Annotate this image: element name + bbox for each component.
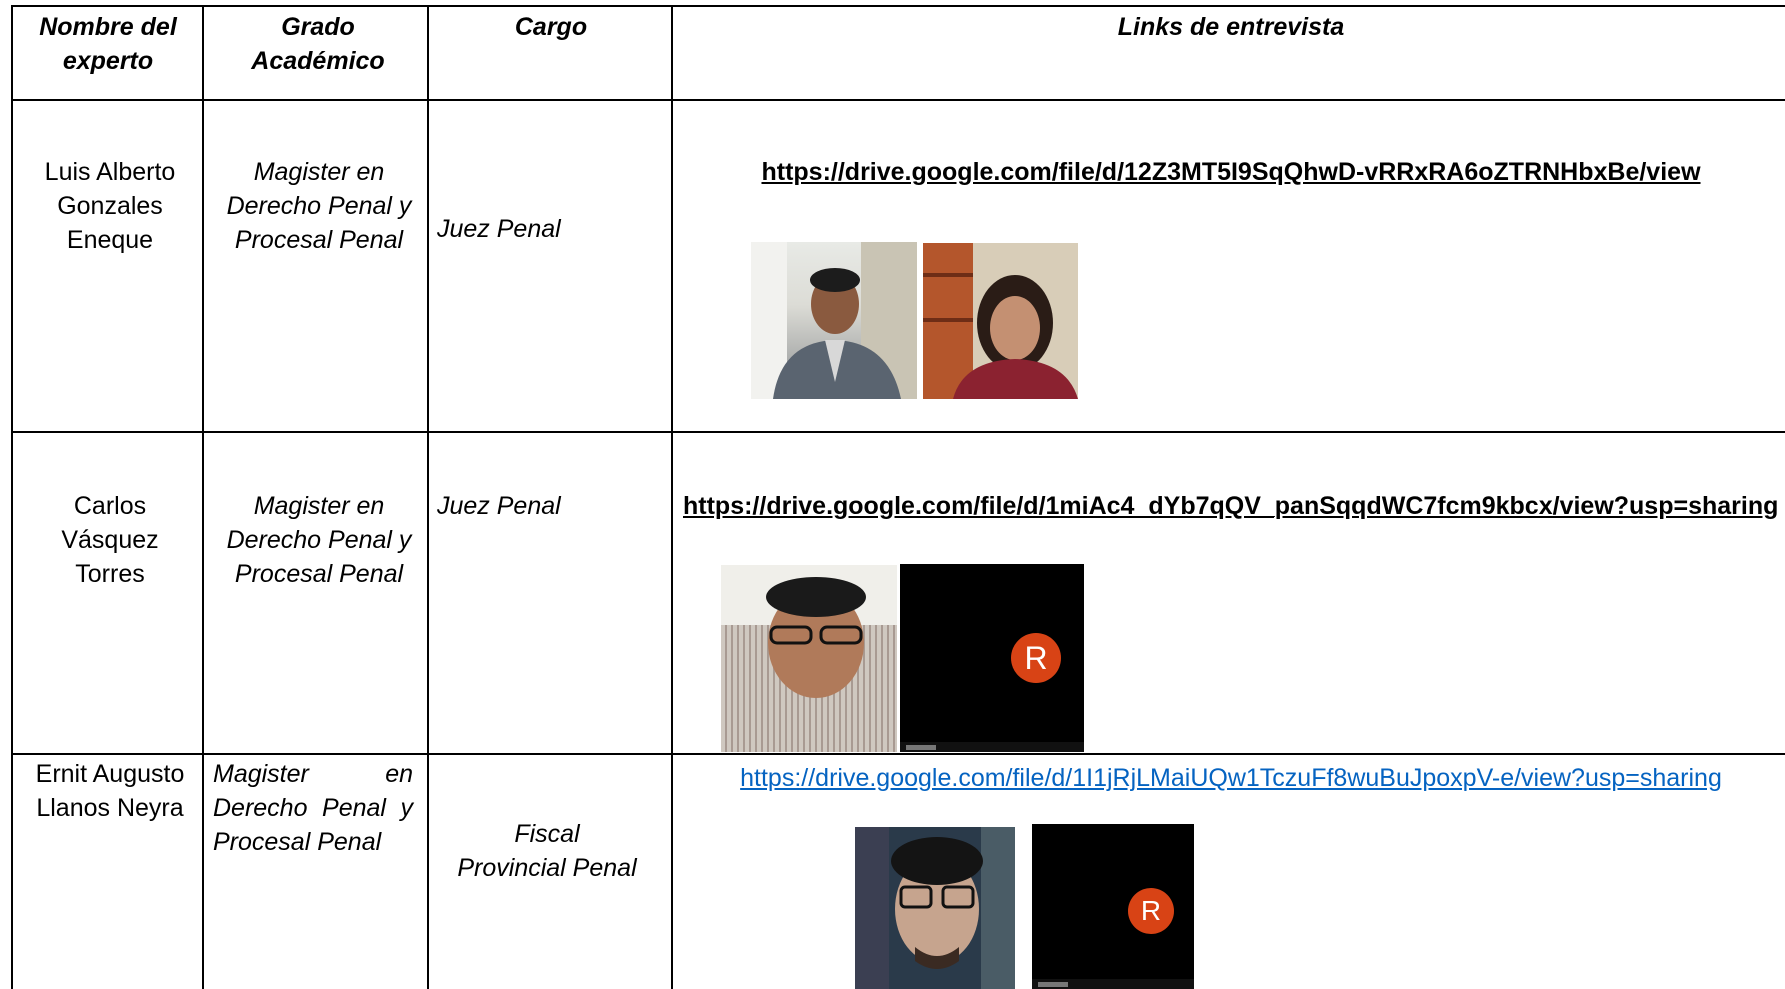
position: Fiscal Provincial Penal [457, 820, 637, 882]
position: Juez Penal [437, 215, 561, 243]
person-silhouette-icon [855, 827, 1015, 989]
table-border-left [11, 5, 13, 989]
expert-name: Luis Alberto Gonzales Eneque [44, 158, 176, 254]
experts-table: Nombre del experto Grado Académico Cargo… [11, 5, 1785, 989]
interview-thumbnail-audio: R [900, 564, 1084, 752]
row-divider-2 [11, 753, 1785, 755]
degree-word-en: en [385, 760, 413, 788]
column-divider-2 [427, 5, 429, 989]
degree-line-2: Derecho Penal y [213, 794, 413, 822]
interview-link-cell: https://drive.google.com/file/d/1miAc4_d… [683, 489, 1781, 523]
header-nombre: Nombre del experto [39, 13, 177, 75]
header-links: Links de entrevista [1117, 13, 1345, 41]
video-controls-bar [900, 742, 1084, 752]
participant-avatar: R [1128, 888, 1174, 934]
person-silhouette-icon [751, 242, 917, 399]
academic-degree: Magister en Derecho Penal y Procesal Pen… [226, 158, 412, 254]
expert-name: Carlos Vásquez Torres [61, 492, 159, 588]
column-divider-1 [202, 5, 204, 989]
video-controls-bar [1032, 979, 1194, 989]
degree-line-3: Procesal Penal [213, 828, 382, 856]
header-grado: Grado Académico [251, 13, 385, 75]
column-divider-3 [671, 5, 673, 989]
academic-degree: Magister en Derecho Penal y Procesal Pen… [213, 757, 413, 859]
interview-link-cell: https://drive.google.com/file/d/1I1jRjLM… [681, 761, 1781, 795]
header-cargo: Cargo [514, 13, 588, 41]
interview-link-cell: https://drive.google.com/file/d/12Z3MT5I… [681, 155, 1781, 189]
header-row-divider [11, 99, 1785, 101]
interview-thumbnail-audio: R [1032, 824, 1194, 989]
interview-link[interactable]: https://drive.google.com/file/d/1miAc4_d… [683, 492, 1778, 520]
person-silhouette-icon [721, 565, 897, 698]
expert-name: Ernit Augusto Llanos Neyra [35, 760, 185, 822]
interview-link[interactable]: https://drive.google.com/file/d/12Z3MT5I… [761, 158, 1700, 186]
academic-degree: Magister en Derecho Penal y Procesal Pen… [226, 492, 412, 588]
degree-word-magister: Magister [213, 760, 309, 788]
participant-avatar: R [1011, 633, 1061, 683]
interview-thumbnail-interviewer [923, 243, 1078, 399]
interview-thumbnail-judge [721, 565, 897, 752]
interview-thumbnail-judge [751, 242, 917, 399]
position: Juez Penal [437, 492, 561, 520]
interview-thumbnail-prosecutor [855, 827, 1015, 989]
person-silhouette-icon [923, 243, 1078, 399]
table-border-top [11, 5, 1785, 7]
interview-link[interactable]: https://drive.google.com/file/d/1I1jRjLM… [740, 764, 1722, 792]
row-divider-1 [11, 431, 1785, 433]
